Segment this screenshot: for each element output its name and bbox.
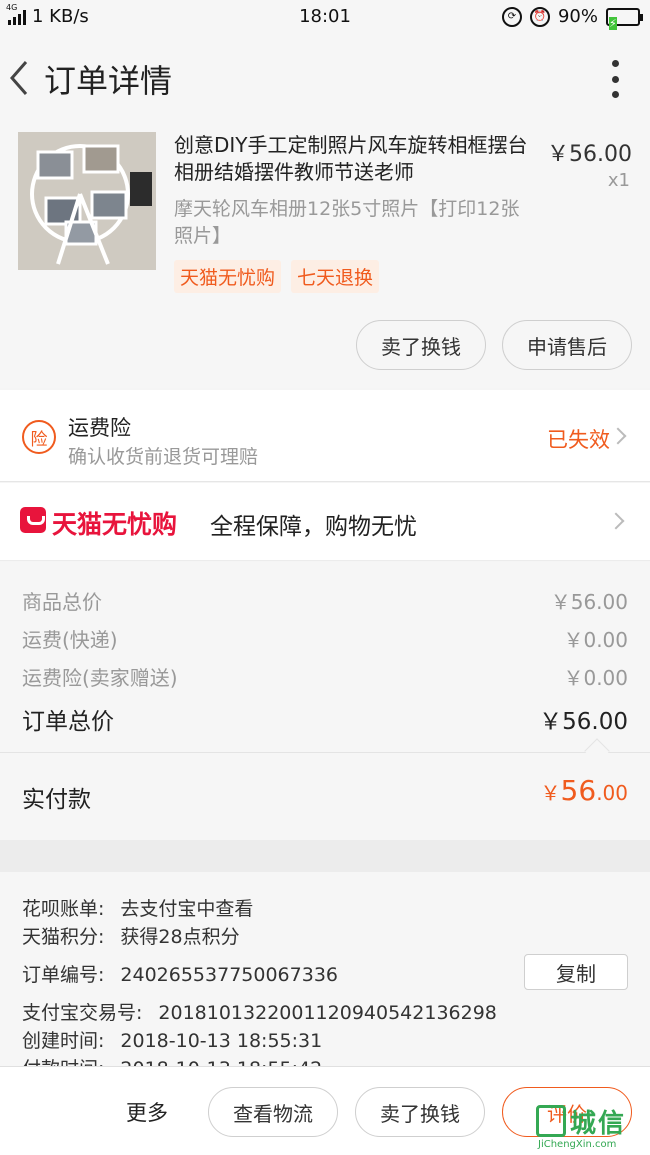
product-price: ￥56.00 — [547, 142, 632, 167]
product-actions: 卖了换钱 申请售后 — [356, 320, 632, 370]
info-label: 订单编号: — [22, 964, 105, 986]
view-logistics-button[interactable]: 查看物流 — [208, 1087, 338, 1137]
insurance-title: 运费险 — [68, 416, 131, 440]
info-row-points: 天猫积分: 获得28点积分 — [22, 922, 240, 949]
paid-label: 实付款 — [22, 787, 91, 813]
tag-tmall-worry-free: 天猫无忧购 — [174, 260, 282, 293]
resell-button[interactable]: 卖了换钱 — [356, 320, 486, 370]
info-value: 2018-10-13 18:55:42 — [120, 1058, 322, 1066]
chevron-right-icon — [609, 427, 627, 445]
price-label: 运费险(卖家赠送) — [22, 666, 178, 690]
info-value[interactable]: 去支付宝中查看 — [120, 894, 253, 921]
shipping-insurance-row[interactable]: 险 运费险 确认收货前退货可理赔 已失效 — [0, 390, 650, 482]
tmall-brand-label: 天猫无忧购 — [52, 510, 178, 539]
order-total-label: 订单总价 — [22, 709, 114, 735]
price-label: 运费(快递) — [22, 628, 118, 652]
info-row-alipay-trade-no: 支付宝交易号: 2018101322001120940542136298 — [22, 998, 497, 1025]
info-row-order-number: 订单编号: 240265537750067336 — [22, 960, 338, 987]
order-total-row: 订单总价 ￥56.00 — [22, 702, 628, 736]
page-title: 订单详情 — [44, 62, 173, 100]
copy-button[interactable]: 复制 — [524, 954, 628, 990]
product-sku: 摩天轮风车相册12张5寸照片【打印12张照片】 — [174, 198, 520, 247]
watermark-cn: 城信 — [570, 1109, 627, 1139]
product-card[interactable]: 创意DIY手工定制照片风车旋转相框摆台相册结婚摆件教师节送老师 ￥56.00 x… — [0, 120, 650, 388]
paid-amount: ￥56.00 — [541, 774, 628, 807]
insurance-icon: 险 — [22, 420, 56, 454]
info-value: 2018101322001120940542136298 — [158, 1002, 497, 1024]
watermark: 城信 JiChengXin.com — [532, 1103, 648, 1153]
info-label: 付款时间: — [22, 1054, 104, 1066]
divider — [0, 752, 650, 753]
status-bar: 4G 1 KB/s 18:01 ⟳ ⏰ 90% ⚡ — [0, 0, 650, 36]
order-info: 花呗账单: 去支付宝中查看 天猫积分: 获得28点积分 订单编号: 240265537… — [0, 872, 650, 1066]
tmall-guarantee-text: 全程保障，购物无忧 — [210, 514, 417, 540]
watermark-en: JiChengXin.com — [538, 1139, 617, 1150]
battery-icon: ⚡ — [606, 7, 643, 30]
product-thumbnail[interactable] — [18, 132, 156, 270]
insurance-subtitle: 确认收货前退货可理赔 — [68, 446, 259, 468]
chevron-left-icon[interactable] — [6, 58, 36, 98]
tag-seven-day-return: 七天退换 — [291, 260, 380, 293]
price-label: 商品总价 — [22, 590, 102, 614]
product-title[interactable]: 创意DIY手工定制照片风车旋转相框摆台相册结婚摆件教师节送老师 — [174, 132, 542, 186]
more-button[interactable]: 更多 — [126, 1097, 168, 1127]
info-value: 2018-10-13 18:55:31 — [120, 1030, 323, 1052]
insurance-status: 已失效 — [547, 428, 610, 452]
price-value: ￥0.00 — [563, 628, 628, 652]
paid-currency: ￥ — [540, 781, 561, 805]
after-sales-button[interactable]: 申请售后 — [502, 320, 632, 370]
product-quantity: x1 — [607, 170, 630, 191]
tmall-guarantee-row[interactable]: 天猫无忧购 全程保障，购物无忧 — [0, 483, 650, 561]
info-value: 240265537750067336 — [120, 964, 338, 986]
tmall-logo-icon — [20, 507, 46, 533]
watermark-logo-icon — [536, 1105, 566, 1137]
caret-up-icon — [584, 738, 610, 764]
rotation-lock-icon: ⟳ — [501, 6, 522, 27]
section-gap — [0, 840, 650, 872]
price-row: 运费(快递) ￥0.00 — [22, 624, 628, 653]
paid-integer: 56 — [560, 774, 597, 807]
info-label: 天猫积分: — [22, 926, 105, 948]
info-label: 花呗账单: — [22, 898, 105, 920]
info-row-huabei: 花呗账单: 去支付宝中查看 — [22, 894, 253, 921]
status-right: ⟳ ⏰ 90% ⚡ — [501, 6, 643, 30]
alarm-icon: ⏰ — [529, 6, 550, 27]
info-label: 创建时间: — [22, 1030, 105, 1052]
info-label: 支付宝交易号: — [22, 1002, 143, 1024]
info-row-payment-time: 付款时间: 2018-10-13 18:55:42 — [22, 1054, 322, 1066]
order-total-value: ￥56.00 — [539, 709, 628, 735]
price-value: ￥0.00 — [563, 666, 628, 690]
resell-button[interactable]: 卖了换钱 — [355, 1087, 485, 1137]
battery-percent: 90% — [557, 6, 598, 27]
nav-bar: 订单详情 — [0, 36, 650, 120]
product-tags: 天猫无忧购 七天退换 — [174, 260, 380, 293]
price-row: 商品总价 ￥56.00 — [22, 586, 628, 615]
price-row: 运费险(卖家赠送) ￥0.00 — [22, 662, 628, 691]
info-value: 获得28点积分 — [120, 926, 240, 948]
ferris-wheel-photo-image — [18, 132, 156, 270]
more-vertical-icon[interactable] — [610, 60, 620, 98]
info-row-created-time: 创建时间: 2018-10-13 18:55:31 — [22, 1026, 322, 1053]
chevron-right-icon — [607, 512, 625, 530]
paid-decimal: .00 — [596, 781, 628, 805]
price-value: ￥56.00 — [550, 590, 628, 614]
price-summary: 商品总价 ￥56.00 运费(快递) ￥0.00 运费险(卖家赠送) ￥0.00… — [0, 562, 650, 840]
